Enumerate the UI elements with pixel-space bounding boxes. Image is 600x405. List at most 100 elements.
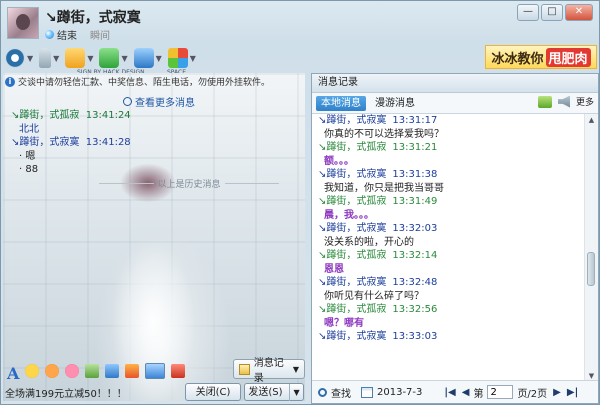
send-file-icon[interactable] [65, 48, 86, 68]
input-toolbar: A [7, 361, 186, 383]
apps-icon[interactable] [167, 48, 188, 68]
font-icon[interactable]: A [7, 364, 19, 383]
first-page-icon[interactable]: |◀ [444, 387, 455, 398]
filter-icon[interactable] [537, 95, 552, 108]
message-text: 北北 [19, 123, 39, 135]
history-panel: 消息记录 本地消息 漫游消息 更多 ↘蹲街，式寂寞 13:31:17 你真的不可以选… [311, 73, 599, 404]
chevron-down-icon[interactable]: ▼ [53, 54, 59, 63]
tab-local-messages[interactable]: 本地消息 [316, 95, 366, 111]
message-time: 13:32:48 [392, 277, 438, 288]
prev-page-icon[interactable]: ◀ [462, 387, 470, 398]
status-text-2: 瞬间 [90, 31, 110, 42]
minimize-button[interactable]: — [517, 4, 539, 21]
sender-name: ↘蹲街，式寂寞 [11, 137, 80, 148]
message-header: ↘蹲街，式孤寂 13:41:24 [11, 109, 131, 123]
sender-name: ↘蹲街，式孤寂 [318, 196, 387, 207]
page-input[interactable] [487, 385, 514, 399]
chat-area: i 交谈中请勿轻信汇款、中奖信息、陌生电话，勿使用外挂软件。 查看更多消息 ↘蹲… [3, 73, 305, 401]
message-text-content: 88 [25, 164, 39, 175]
banner-text: 冰冰教你 [491, 51, 544, 67]
sender-name: ↘蹲街，式寂寞 [318, 169, 387, 180]
chevron-down-icon[interactable]: ▼ [288, 383, 300, 401]
history-message-text: 恩恩 [324, 263, 344, 275]
video-call-icon[interactable] [5, 48, 25, 68]
last-page-icon[interactable]: ▶| [567, 387, 578, 398]
avatar[interactable] [7, 7, 39, 39]
send-button[interactable]: 发送(S) ▼ [244, 383, 304, 401]
history-footer: 查找 2013-7-3 |◀ ◀ 第 页/2页 ▶ ▶| [312, 380, 598, 403]
security-notice: i 交谈中请勿轻信汇款、中奖信息、陌生电话，勿使用外挂软件。 [5, 75, 303, 88]
search-label[interactable]: 查找 [331, 385, 351, 400]
message-time: 13:41:24 [85, 110, 131, 121]
magic-emoji-icon[interactable] [45, 364, 60, 378]
history-entry-header: ↘蹲街，式寂寞 13:32:03 [318, 222, 584, 236]
history-message-text: 晨，我。。。 [324, 209, 374, 221]
history-message-text: 没关系的啦，开心的 [324, 236, 414, 248]
chevron-down-icon[interactable]: ▼ [87, 54, 93, 63]
next-page-icon[interactable]: ▶ [553, 387, 561, 398]
clock-icon [123, 97, 132, 106]
emoji-icon[interactable] [25, 364, 40, 378]
info-icon: i [5, 76, 15, 87]
voice-call-icon[interactable] [39, 48, 52, 68]
scroll-up-icon[interactable]: ▲ [585, 114, 598, 126]
graffiti-icon[interactable] [85, 364, 100, 378]
chevron-down-icon[interactable]: ▼ [190, 54, 196, 63]
speaker-icon[interactable] [557, 95, 570, 108]
chevron-down-icon[interactable]: ▼ [156, 54, 162, 63]
chevron-down-icon[interactable]: ▼ [27, 54, 33, 63]
camera-icon[interactable] [171, 364, 186, 378]
message-time: 13:32:14 [392, 250, 438, 261]
history-button-label: 消息记录 [253, 358, 284, 384]
contact-name: ↘蹲街，式寂寞 [45, 10, 141, 26]
share-screen-icon[interactable] [133, 48, 154, 68]
more-link[interactable]: 更多 [576, 95, 594, 108]
promo-text[interactable]: 全场满199元立减50！！！ [5, 385, 127, 400]
history-entry-header: ↘蹲街，式孤寂 13:31:21 [318, 141, 584, 155]
search-icon[interactable] [318, 387, 327, 397]
message-text: · 嗯 [19, 150, 36, 162]
close-window-button[interactable]: ✕ [565, 4, 593, 21]
sender-name: ↘蹲街，式孤寂 [11, 110, 80, 121]
maximize-button[interactable]: □ [541, 4, 563, 21]
status-text: 结束 [57, 31, 77, 42]
history-entry-header: ↘蹲街，式孤寂 13:31:49 [318, 195, 584, 209]
gift-icon[interactable] [125, 364, 140, 378]
scroll-thumb[interactable] [587, 252, 595, 286]
scrollbar[interactable]: ▲ ▼ [584, 114, 598, 382]
sender-name: ↘蹲街，式孤寂 [318, 142, 387, 153]
remote-assist-icon[interactable] [99, 48, 120, 68]
chevron-down-icon: ▼ [292, 364, 299, 374]
banner-highlight: 甩肥肉 [545, 47, 591, 67]
tab-roaming-messages[interactable]: 漫游消息 [370, 96, 420, 111]
ad-banner[interactable]: 冰冰教你 甩肥肉 [485, 45, 597, 69]
close-button[interactable]: 关闭(C) [185, 383, 241, 401]
calendar-icon[interactable] [361, 386, 373, 398]
message-time: 13:32:03 [392, 223, 438, 234]
message-time: 13:31:21 [392, 142, 438, 153]
chevron-down-icon[interactable]: ▼ [121, 54, 127, 63]
message-time: 13:31:17 [392, 115, 438, 126]
view-more-messages-link[interactable]: 查看更多消息 [123, 94, 195, 109]
history-message-text: 额。。。 [324, 155, 354, 167]
message-time: 13:31:49 [392, 196, 438, 207]
history-date[interactable]: 2013-7-3 [377, 387, 422, 398]
message-time: 13:32:56 [392, 304, 438, 315]
message-header: ↘蹲街，式寂寞 13:41:28 [11, 136, 131, 150]
image-icon[interactable] [105, 364, 120, 378]
history-message-text: 你真的不可以选择爱我吗？ [324, 128, 444, 140]
history-entry-header: ↘蹲街，式孤寂 13:32:56 [318, 303, 584, 317]
sender-name: ↘蹲街，式寂寞 [318, 115, 387, 126]
history-entry-header: ↘蹲街，式孤寂 13:32:14 [318, 249, 584, 263]
status-icon [45, 30, 54, 39]
security-notice-text: 交谈中请勿轻信汇款、中奖信息、陌生电话，勿使用外挂软件。 [18, 78, 271, 88]
message-history-button[interactable]: 消息记录 ▼ [233, 358, 305, 384]
screenshot-icon[interactable] [145, 363, 166, 379]
message-text-content: 嗯 [25, 150, 36, 162]
message-time: 13:41:28 [85, 137, 131, 148]
history-entry-header: ↘蹲街，式寂寞 13:32:48 [318, 276, 584, 290]
message-time: 13:33:03 [392, 331, 438, 342]
history-message-text: 你听见有什么碎了吗？ [324, 290, 424, 302]
view-more-label: 查看更多消息 [135, 98, 195, 109]
shake-icon[interactable] [65, 364, 80, 378]
